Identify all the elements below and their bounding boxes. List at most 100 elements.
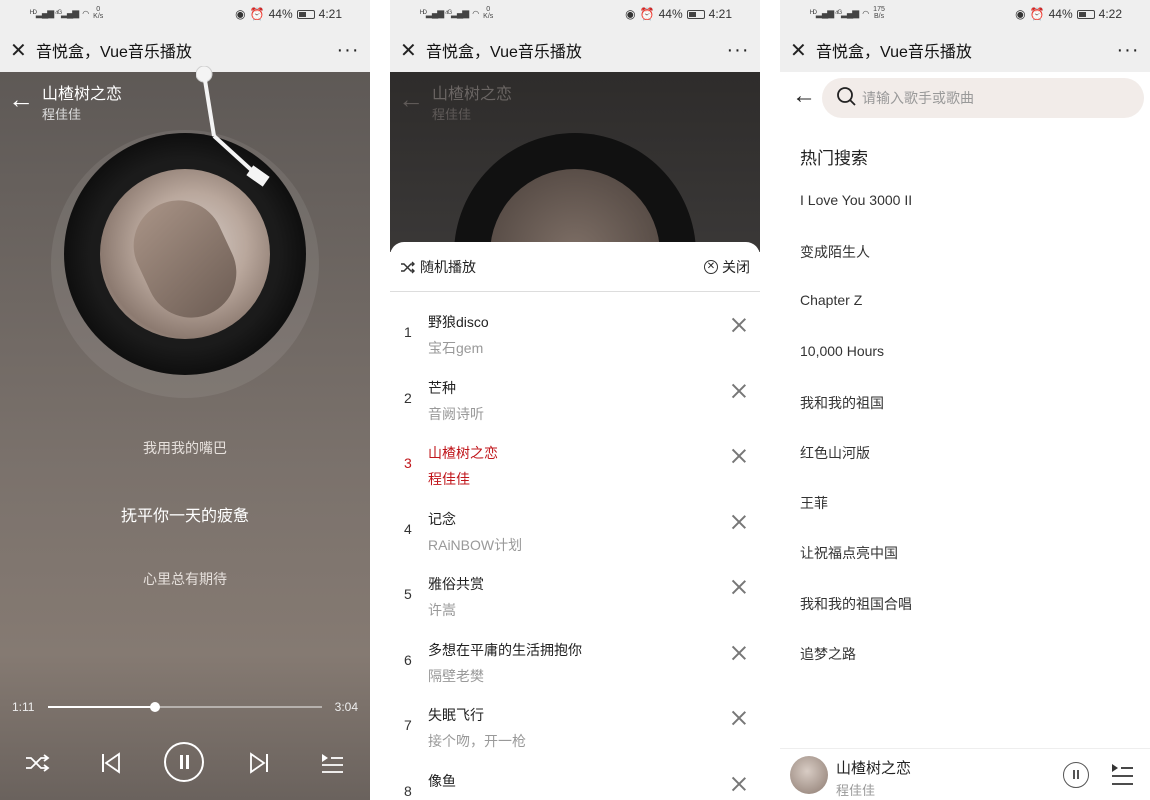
- clock: 4:21: [708, 7, 732, 21]
- close-icon[interactable]: ✕: [780, 38, 816, 63]
- mini-singer: 程佳佳: [836, 783, 876, 798]
- tonearm-icon: [196, 66, 270, 187]
- remove-song-icon[interactable]: [728, 511, 750, 533]
- play-mode-toggle[interactable]: 随机播放: [400, 257, 704, 277]
- more-icon[interactable]: ···: [1106, 39, 1150, 62]
- search-bar: ←: [780, 72, 1150, 122]
- song-name: 失眠飞行: [428, 707, 484, 723]
- hot-search-item[interactable]: I Love You 3000 II: [800, 192, 912, 242]
- back-arrow-icon[interactable]: ←: [792, 82, 816, 110]
- net-speed-value: 175: [873, 6, 885, 13]
- hot-search-item[interactable]: 红色山河版: [800, 443, 912, 493]
- remove-song-icon[interactable]: [728, 773, 750, 795]
- dimmed-player-background: ← 山楂树之恋 程佳佳: [390, 72, 760, 375]
- next-icon[interactable]: [248, 752, 270, 774]
- current-time: 1:11: [12, 700, 35, 714]
- song-index: 1: [404, 324, 412, 340]
- previous-icon[interactable]: [100, 752, 122, 774]
- back-arrow-icon: ←: [398, 84, 424, 114]
- progress-knob[interactable]: [149, 702, 160, 712]
- shuffle-icon[interactable]: [24, 752, 50, 774]
- signal-icon: ᴴᴰ▂▄▆ ⁴ᴳ▂▄▆: [420, 7, 469, 18]
- hot-search-item[interactable]: 追梦之路: [800, 644, 912, 694]
- wifi-icon: ◠: [82, 8, 90, 18]
- wifi-icon: ◠: [472, 8, 480, 18]
- battery-percent: 44%: [658, 7, 683, 21]
- close-icon[interactable]: ✕: [0, 38, 36, 63]
- song-artist: 接个吻，开一枪: [428, 733, 526, 749]
- player-screen: ᴴᴰ▂▄▆ ⁴ᴳ▂▄▆ ◠ 0 K/s ◉ ⏰ 44% 4:21 ✕ 音悦盒，Vu…: [0, 0, 370, 800]
- eye-icon: ◉: [235, 7, 246, 21]
- song-index: 6: [404, 651, 412, 668]
- playlist-item[interactable]: 6 多想在平庸的生活拥抱你 隔壁老樊: [390, 628, 760, 694]
- remove-song-icon[interactable]: [728, 380, 750, 402]
- song-index: 3: [404, 455, 412, 471]
- hot-search-item[interactable]: 我和我的祖国: [800, 393, 912, 443]
- lyric-line-current: 抚平你一天的疲惫: [120, 508, 249, 525]
- playback-controls: [0, 742, 370, 786]
- song-name: 芒种: [428, 379, 456, 396]
- mini-pause-button[interactable]: [1063, 762, 1089, 788]
- search-input[interactable]: [862, 78, 1132, 118]
- battery-percent: 44%: [1048, 7, 1073, 21]
- hot-search-item[interactable]: 王菲: [800, 493, 912, 543]
- hot-search-item[interactable]: 10,000 Hours: [800, 343, 912, 393]
- remove-song-icon[interactable]: [728, 314, 750, 336]
- song-name: 多想在平庸的生活拥抱你: [428, 641, 582, 658]
- playlist-item[interactable]: 7 失眠飞行接个吻，开一枪: [390, 693, 760, 759]
- playlist-item[interactable]: 2 芒种 音阙诗听: [390, 366, 760, 432]
- status-bar: ᴴᴰ▂▄▆ ⁴ᴳ▂▄▆ ◠ 0 K/s ◉ ⏰ 44% 4:21: [390, 0, 760, 28]
- status-bar: ᴴᴰ▂▄▆ ⁴ᴳ▂▄▆ ◠ 0 K/s ◉ ⏰ 44% 4:21: [0, 0, 370, 28]
- more-icon[interactable]: ···: [326, 39, 370, 62]
- app-title: 音悦盒，Vue音乐播放: [426, 44, 582, 61]
- song-name: 山楂树之恋: [428, 445, 498, 461]
- back-arrow-icon[interactable]: ←: [8, 84, 34, 115]
- close-playlist-button[interactable]: ✕ 关闭: [704, 257, 750, 277]
- close-label: 关闭: [722, 258, 750, 275]
- song-artist: 许嵩: [428, 602, 456, 618]
- hot-search-item[interactable]: 变成陌生人: [800, 242, 912, 292]
- remove-song-icon[interactable]: [728, 707, 750, 729]
- dimmed-song-title: 山楂树之恋: [432, 86, 513, 103]
- pause-button[interactable]: [164, 742, 204, 782]
- shuffle-icon: [401, 261, 415, 273]
- lyric-line: 我用我的嘴巴: [143, 440, 227, 456]
- song-artist: 程佳佳: [428, 471, 470, 487]
- playlist-icon[interactable]: [320, 752, 344, 774]
- search-box[interactable]: [822, 78, 1144, 118]
- battery-percent: 44%: [268, 7, 293, 21]
- close-icon[interactable]: ✕: [390, 38, 426, 63]
- more-icon[interactable]: ···: [716, 39, 760, 62]
- title-bar: ✕ 音悦盒，Vue音乐播放 ···: [390, 28, 760, 72]
- lyric-line: 心里总有期待: [143, 571, 227, 587]
- playlist-screen: ᴴᴰ▂▄▆ ⁴ᴳ▂▄▆ ◠ 0 K/s ◉ ⏰ 44% 4:21 ✕ 音悦盒，Vu…: [390, 0, 760, 800]
- hot-search-item[interactable]: 我和我的祖国合唱: [800, 594, 912, 644]
- remove-song-icon[interactable]: [728, 642, 750, 664]
- dimmed-singer: 程佳佳: [432, 107, 472, 122]
- player-singer: 程佳佳: [42, 107, 82, 122]
- hot-search-item[interactable]: Chapter Z: [800, 292, 912, 342]
- mini-song-title: 山楂树之恋: [836, 760, 912, 777]
- remove-song-icon[interactable]: [728, 445, 750, 467]
- song-index: 7: [404, 717, 412, 733]
- playlist-item[interactable]: 1 野狼disco 宝石gem: [390, 300, 760, 366]
- mini-playlist-icon[interactable]: [1110, 761, 1134, 787]
- playlist-item[interactable]: 8 像鱼: [390, 759, 760, 800]
- play-mode-label: 随机播放: [420, 258, 476, 275]
- remove-song-icon[interactable]: [728, 576, 750, 598]
- mini-player[interactable]: 山楂树之恋 程佳佳: [780, 748, 1150, 800]
- close-circle-icon: ✕: [704, 259, 718, 274]
- progress-bar[interactable]: [48, 702, 322, 712]
- song-index: 8: [404, 782, 412, 799]
- signal-icon: ᴴᴰ▂▄▆ ⁴ᴳ▂▄▆: [30, 7, 79, 18]
- song-index: 4: [404, 520, 412, 537]
- playlist-item-active[interactable]: 3 山楂树之恋程佳佳: [390, 431, 760, 497]
- battery-icon: [296, 9, 315, 19]
- hot-search-item[interactable]: 让祝福点亮中国: [800, 543, 912, 593]
- player-view: ← 山楂树之恋 程佳佳 我用我的嘴巴 抚平你一天的疲惫 心里总有期待 1:11 …: [0, 66, 370, 800]
- player-song-title: 山楂树之恋: [42, 86, 123, 103]
- playlist-item[interactable]: 5 雅俗共赏 许嵩: [390, 562, 760, 628]
- playlist-sheet: 随机播放 ✕ 关闭 1 野狼disco 宝石gem 2 芒种 音阙诗听 3 山楂树之恋程佳佳 4…: [390, 242, 760, 800]
- playlist-item[interactable]: 4 记念 RAiNBOW计划: [390, 497, 760, 563]
- net-speed-value: 0: [96, 6, 101, 13]
